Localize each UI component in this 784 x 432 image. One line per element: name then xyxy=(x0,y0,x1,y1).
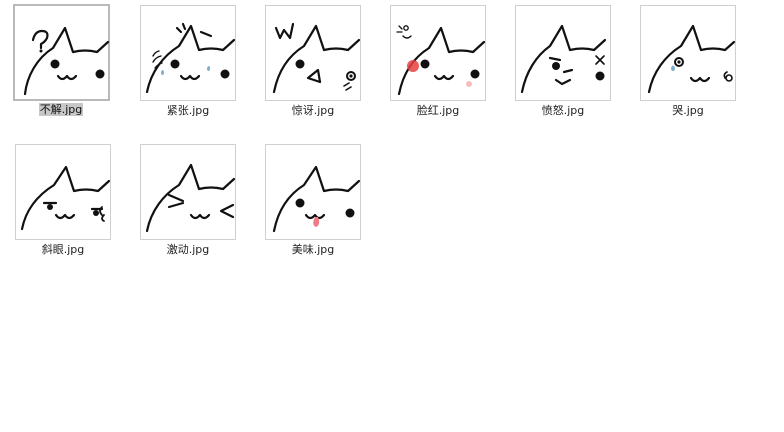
file-item[interactable]: 紧张.jpg xyxy=(140,5,240,125)
thumbnail[interactable] xyxy=(265,144,361,240)
thumbnail[interactable] xyxy=(640,5,736,101)
file-item[interactable]: 不解.jpg xyxy=(13,4,113,124)
cat-angry-icon xyxy=(520,24,607,94)
cat-crying-icon xyxy=(647,24,735,94)
file-item[interactable]: 脸红.jpg xyxy=(390,5,490,125)
file-name[interactable]: 斜眼.jpg xyxy=(15,243,111,257)
file-item[interactable]: 愤怒.jpg xyxy=(515,5,615,125)
cat-surprised-icon xyxy=(272,22,360,94)
thumbnail[interactable] xyxy=(515,5,611,101)
thumbnail[interactable] xyxy=(140,144,236,240)
file-name[interactable]: 美味.jpg xyxy=(265,243,361,257)
file-name[interactable]: 激动.jpg xyxy=(140,243,236,257)
cat-blush-icon xyxy=(396,25,485,96)
thumbnail[interactable] xyxy=(15,144,111,240)
cat-confused-icon xyxy=(23,26,109,96)
file-item[interactable]: 激动.jpg xyxy=(140,144,240,264)
file-item[interactable]: 哭.jpg xyxy=(640,5,740,125)
file-item[interactable]: 斜眼.jpg xyxy=(15,144,115,264)
thumbnail[interactable] xyxy=(390,5,486,101)
file-name[interactable]: 惊讶.jpg xyxy=(265,104,361,118)
cat-nervous-icon xyxy=(145,22,235,94)
file-name[interactable]: 脸红.jpg xyxy=(390,104,486,118)
file-item[interactable]: 惊讶.jpg xyxy=(265,5,365,125)
cat-tasty-icon xyxy=(272,165,360,233)
thumbnail[interactable] xyxy=(140,5,236,101)
thumbnail[interactable] xyxy=(265,5,361,101)
thumbnail[interactable] xyxy=(13,4,110,101)
file-name[interactable]: 紧张.jpg xyxy=(140,104,236,118)
file-item[interactable]: 美味.jpg xyxy=(265,144,365,264)
file-name[interactable]: 哭.jpg xyxy=(640,104,736,118)
cat-squint-icon xyxy=(20,165,110,231)
file-name[interactable]: 愤怒.jpg xyxy=(515,104,611,118)
file-grid: 不解.jpg 紧张.jpg 惊讶.jpg 脸红.jpg 愤怒.jpg 哭.jpg… xyxy=(0,0,784,432)
cat-excited-icon xyxy=(145,163,235,233)
file-name[interactable]: 不解.jpg xyxy=(13,103,109,117)
